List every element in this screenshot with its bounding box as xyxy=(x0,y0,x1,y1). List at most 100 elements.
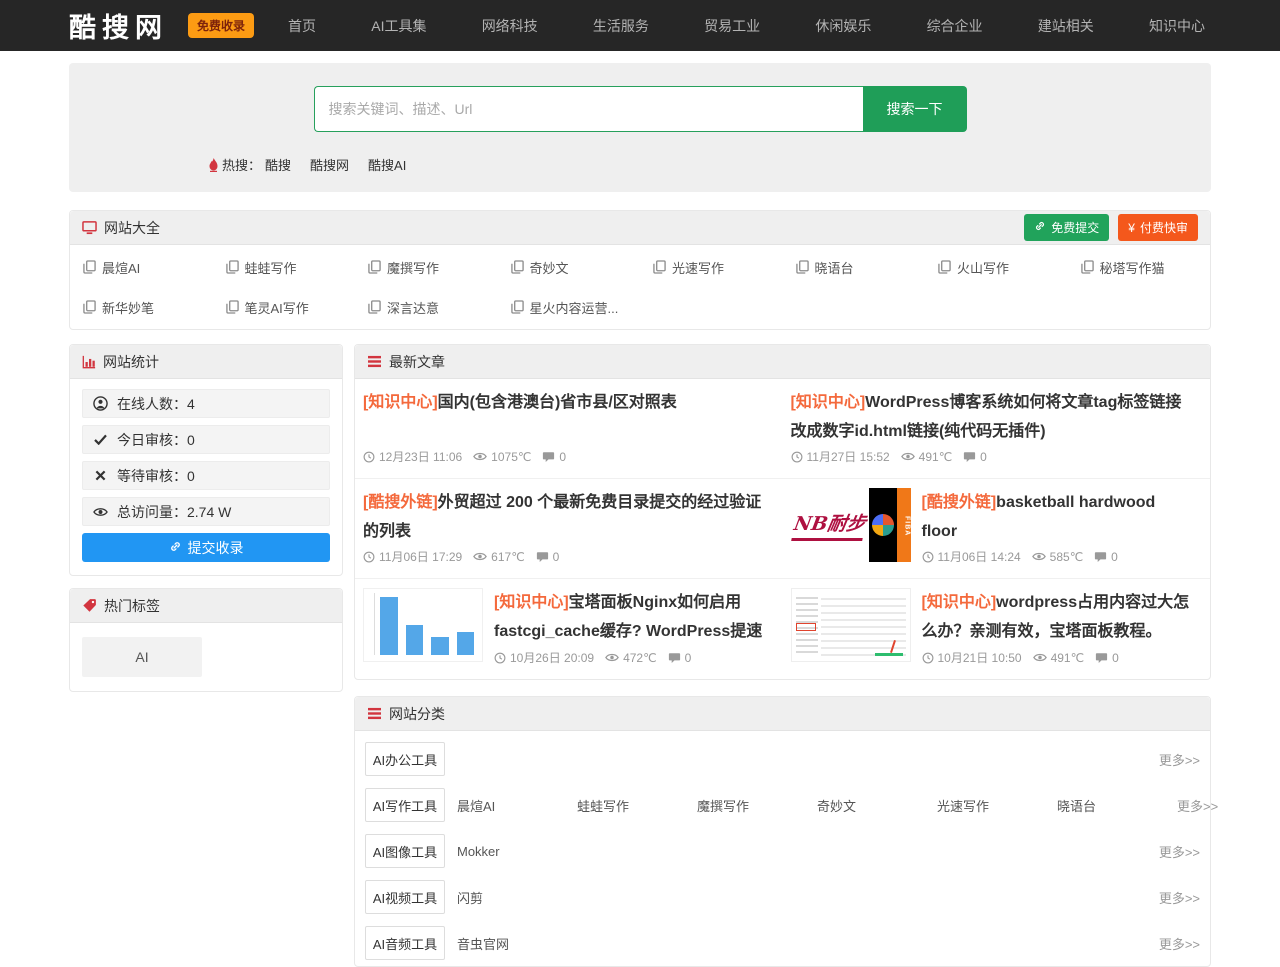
copy-icon xyxy=(511,300,524,314)
category-site-link[interactable]: 晓语台 xyxy=(1057,796,1177,815)
submit-include-button[interactable]: 提交收录 xyxy=(82,533,330,562)
copy-icon xyxy=(653,260,666,274)
site-stats-panel: 网站统计 在线人数：4 今日审核：0 xyxy=(69,344,343,576)
category-site-link[interactable]: 奇妙文 xyxy=(817,796,937,815)
site-item[interactable]: 新华妙笔 xyxy=(70,287,213,327)
hot-link-3[interactable]: 酷搜AI xyxy=(368,155,406,174)
site-item[interactable]: 光速写作 xyxy=(640,247,783,287)
article-thumbnail-basketball[interactable]: NB耐步 FIBA xyxy=(791,488,911,562)
monitor-icon xyxy=(82,221,97,235)
article-title[interactable]: [酷搜外链]basketball hardwood floor xyxy=(922,488,1195,546)
views-icon xyxy=(473,551,487,562)
nav-item-home[interactable]: 首页 xyxy=(288,16,316,36)
article-comments: 0 xyxy=(1112,651,1119,665)
paid-review-button[interactable]: ¥ 付费快审 xyxy=(1118,214,1198,241)
site-item[interactable]: 星火内容运营... xyxy=(498,287,641,327)
more-link[interactable]: 更多>> xyxy=(1159,842,1200,861)
category-label[interactable]: AI办公工具 xyxy=(365,742,445,776)
site-item[interactable]: 晨煊AI xyxy=(70,247,213,287)
tag-icon xyxy=(82,598,97,613)
article-item[interactable]: [知识中心]WordPress博客系统如何将文章tag标签链接改成数字id.ht… xyxy=(783,379,1211,479)
site-item[interactable]: 深言达意 xyxy=(355,287,498,327)
more-link[interactable]: 更多>> xyxy=(1177,796,1218,815)
article-thumbnail-barchart[interactable] xyxy=(363,588,483,662)
site-item[interactable]: 晓语台 xyxy=(783,247,926,287)
comment-icon xyxy=(1095,652,1108,664)
category-row-ai-video: AI视频工具 闪剪 更多>> xyxy=(365,874,1200,920)
article-item[interactable]: [知识中心]wordpress占用内容过大怎么办？亲测有效，宝塔面板教程。 10… xyxy=(783,579,1211,679)
comment-icon xyxy=(542,451,555,463)
site-item[interactable]: 秘塔写作猫 xyxy=(1068,247,1211,287)
free-submit-button[interactable]: 免费提交 xyxy=(1024,214,1109,241)
article-date: 11月06日 14:24 xyxy=(938,548,1021,565)
article-views: 491℃ xyxy=(1051,651,1085,665)
article-title[interactable]: [知识中心]宝塔面板Nginx如何启用 fastcgi_cache缓存? Wor… xyxy=(494,588,767,646)
nav-item-site-building[interactable]: 建站相关 xyxy=(1038,16,1094,36)
category-site-link[interactable]: Mokker xyxy=(457,844,577,859)
site-item[interactable]: 蛙蛙写作 xyxy=(213,247,356,287)
more-link[interactable]: 更多>> xyxy=(1159,934,1200,953)
comment-icon xyxy=(668,652,681,664)
stat-online-users: 在线人数：4 xyxy=(82,389,330,418)
basketball-icon xyxy=(872,514,894,536)
site-logo[interactable]: 酷搜网 xyxy=(69,6,168,45)
category-label[interactable]: AI图像工具 xyxy=(365,834,445,868)
article-title[interactable]: [知识中心]wordpress占用内容过大怎么办？亲测有效，宝塔面板教程。 xyxy=(922,588,1195,646)
nav-item-knowledge-center[interactable]: 知识中心 xyxy=(1149,16,1205,36)
nav-item-life-services[interactable]: 生活服务 xyxy=(593,16,649,36)
views-icon xyxy=(1032,551,1046,562)
category-site-link[interactable]: 音虫官网 xyxy=(457,934,577,953)
article-meta: 10月26日 20:09 472℃ 0 xyxy=(494,649,767,666)
clock-icon xyxy=(922,551,934,563)
main-nav: 首页 AI工具集 网络科技 生活服务 贸易工业 休闲娱乐 综合企业 建站相关 知… xyxy=(288,16,1205,36)
article-item[interactable]: [知识中心]国内(包含港澳台)省市县/区对照表 12月23日 11:06 107… xyxy=(355,379,783,479)
site-directory-title: 网站大全 xyxy=(104,218,160,238)
article-category: [知识中心] xyxy=(791,394,866,411)
hot-link-2[interactable]: 酷搜网 xyxy=(310,155,349,174)
more-link[interactable]: 更多>> xyxy=(1159,888,1200,907)
category-label[interactable]: AI写作工具 xyxy=(365,788,445,822)
nav-item-trade-industry[interactable]: 贸易工业 xyxy=(704,16,760,36)
article-thumbnail-panel[interactable] xyxy=(791,588,911,662)
category-site-link[interactable]: 蛙蛙写作 xyxy=(577,796,697,815)
clock-icon xyxy=(363,451,375,463)
article-category: [知识中心] xyxy=(922,594,997,611)
more-link[interactable]: 更多>> xyxy=(1159,750,1200,769)
category-label[interactable]: AI视频工具 xyxy=(365,880,445,914)
search-input[interactable] xyxy=(314,86,863,132)
article-title[interactable]: [知识中心]WordPress博客系统如何将文章tag标签链接改成数字id.ht… xyxy=(791,388,1195,446)
hot-link-1[interactable]: 酷搜 xyxy=(265,155,291,174)
site-item[interactable]: 笔灵AI写作 xyxy=(213,287,356,327)
search-button[interactable]: 搜索一下 xyxy=(863,86,967,132)
nav-item-network-tech[interactable]: 网络科技 xyxy=(482,16,538,36)
category-site-link[interactable]: 闪剪 xyxy=(457,888,577,907)
category-site-link[interactable]: 魔撰写作 xyxy=(697,796,817,815)
hamburger-icon xyxy=(367,355,382,368)
article-title[interactable]: [知识中心]国内(包含港澳台)省市县/区对照表 xyxy=(363,388,767,417)
article-meta: 11月27日 15:52 491℃ 0 xyxy=(791,448,1195,465)
nav-item-ai-tools[interactable]: AI工具集 xyxy=(371,16,426,36)
article-views: 491℃ xyxy=(919,450,953,464)
article-date: 10月26日 20:09 xyxy=(510,649,594,666)
article-item[interactable]: [知识中心]宝塔面板Nginx如何启用 fastcgi_cache缓存? Wor… xyxy=(355,579,783,679)
copy-icon xyxy=(796,260,809,274)
free-include-badge[interactable]: 免费收录 xyxy=(188,13,254,38)
article-comments: 0 xyxy=(685,651,692,665)
category-site-link[interactable]: 晨煊AI xyxy=(457,796,577,815)
category-row-ai-image: AI图像工具 Mokker 更多>> xyxy=(365,828,1200,874)
category-label[interactable]: AI音频工具 xyxy=(365,926,445,960)
article-title[interactable]: [酷搜外链]外贸超过 200 个最新免费目录提交的经过验证的列表 xyxy=(363,488,767,546)
copy-icon xyxy=(511,260,524,274)
tag-ai[interactable]: AI xyxy=(82,637,202,677)
site-item[interactable]: 奇妙文 xyxy=(498,247,641,287)
site-categories-title: 网站分类 xyxy=(389,704,445,724)
eye-icon xyxy=(93,506,108,518)
article-item[interactable]: [酷搜外链]外贸超过 200 个最新免费目录提交的经过验证的列表 11月06日 … xyxy=(355,479,783,579)
site-item[interactable]: 魔撰写作 xyxy=(355,247,498,287)
nav-item-entertainment[interactable]: 休闲娱乐 xyxy=(815,16,871,36)
site-item[interactable]: 火山写作 xyxy=(925,247,1068,287)
category-site-link[interactable]: 光速写作 xyxy=(937,796,1057,815)
article-item[interactable]: NB耐步 FIBA [酷搜外链]basketball hardwood floo… xyxy=(783,479,1211,579)
nav-item-enterprises[interactable]: 综合企业 xyxy=(927,16,983,36)
article-views: 585℃ xyxy=(1050,550,1084,564)
